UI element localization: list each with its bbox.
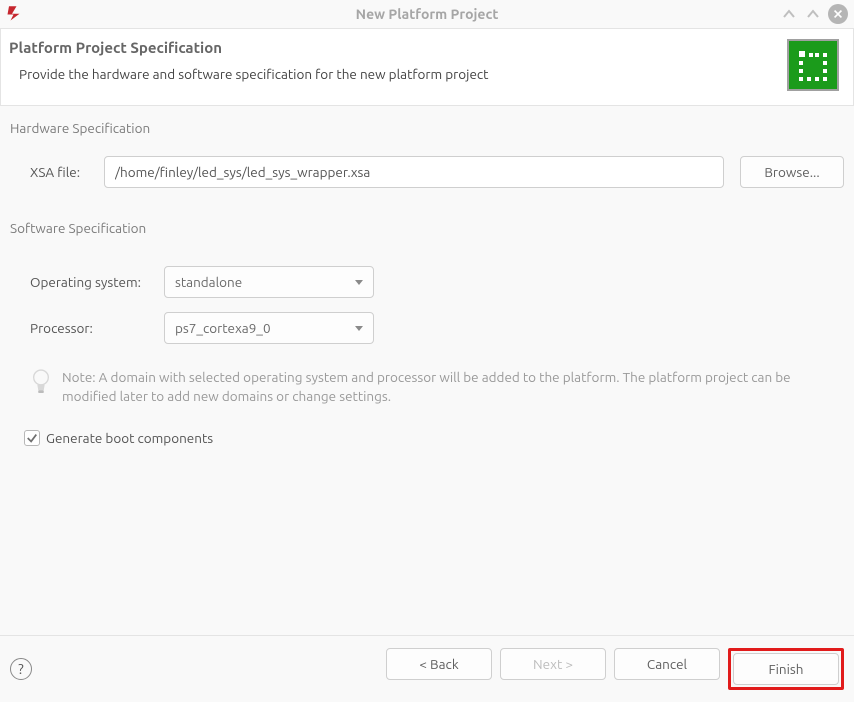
chevron-down-icon bbox=[355, 326, 363, 331]
page-subtitle: Provide the hardware and software specif… bbox=[9, 66, 777, 82]
platform-icon bbox=[787, 39, 839, 91]
page-heading: Platform Project Specification bbox=[9, 39, 777, 56]
note-text: Note: A domain with selected operating s… bbox=[62, 368, 822, 406]
processor-select[interactable]: ps7_cortexa9_0 bbox=[164, 312, 374, 344]
processor-label: Processor: bbox=[30, 320, 164, 336]
hardware-section-label: Hardware Specification bbox=[10, 120, 844, 136]
minimize-icon[interactable] bbox=[780, 5, 798, 23]
generate-boot-checkbox[interactable] bbox=[24, 430, 40, 446]
wizard-header: Platform Project Specification Provide t… bbox=[0, 28, 854, 106]
window-title: New Platform Project bbox=[356, 6, 499, 22]
xsa-file-input[interactable] bbox=[104, 156, 724, 188]
os-select-value: standalone bbox=[175, 274, 242, 290]
back-button[interactable]: < Back bbox=[386, 648, 492, 680]
cancel-button[interactable]: Cancel bbox=[614, 648, 720, 680]
app-icon bbox=[6, 4, 24, 25]
maximize-icon[interactable] bbox=[804, 5, 822, 23]
wizard-footer: ? < Back Next > Cancel Finish bbox=[0, 635, 854, 702]
titlebar: New Platform Project bbox=[0, 0, 854, 28]
xsa-file-label: XSA file: bbox=[30, 164, 90, 180]
lightbulb-icon bbox=[30, 368, 52, 399]
generate-boot-label: Generate boot components bbox=[46, 430, 213, 446]
os-label: Operating system: bbox=[30, 274, 164, 290]
os-select[interactable]: standalone bbox=[164, 266, 374, 298]
close-icon[interactable] bbox=[828, 4, 848, 24]
browse-button[interactable]: Browse... bbox=[740, 156, 844, 188]
software-section-label: Software Specification bbox=[10, 220, 844, 236]
wizard-content: Hardware Specification XSA file: Browse.… bbox=[0, 106, 854, 635]
chevron-down-icon bbox=[355, 280, 363, 285]
finish-button[interactable]: Finish bbox=[733, 653, 839, 685]
next-button: Next > bbox=[500, 648, 606, 680]
processor-select-value: ps7_cortexa9_0 bbox=[175, 320, 271, 336]
help-icon[interactable]: ? bbox=[10, 658, 32, 680]
window-controls bbox=[780, 4, 848, 24]
finish-highlight: Finish bbox=[728, 648, 844, 690]
